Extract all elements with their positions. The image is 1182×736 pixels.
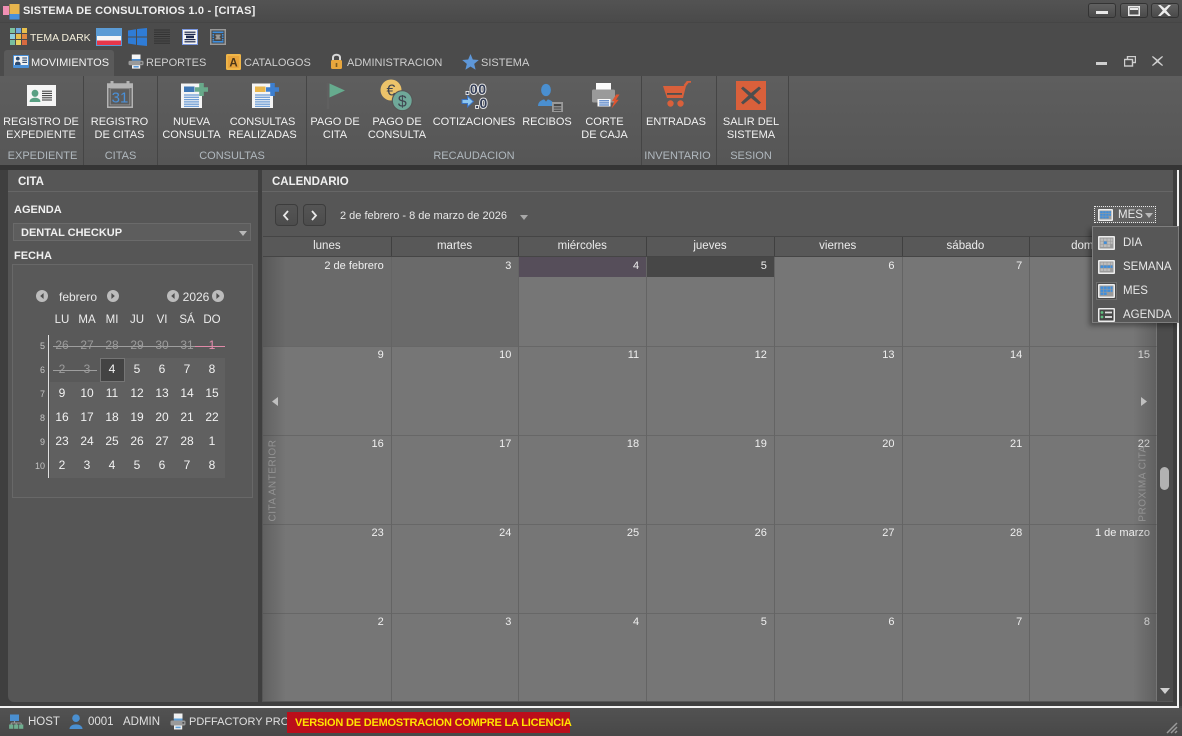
svg-text:A: A — [229, 58, 237, 70]
svg-text:.0: .0 — [475, 95, 488, 109]
svg-text:$: $ — [398, 94, 407, 111]
svg-text:31: 31 — [112, 90, 129, 107]
